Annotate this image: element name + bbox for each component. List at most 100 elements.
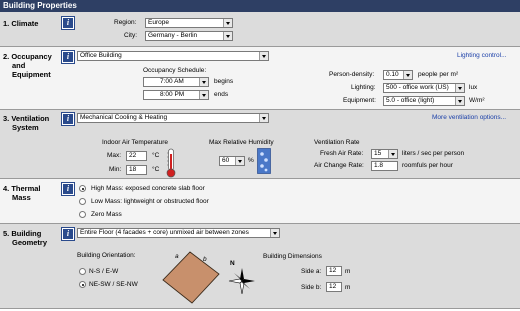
thermal-low-radio[interactable]: [79, 198, 86, 205]
lighting-label: Lighting:: [351, 84, 376, 91]
thermal-section: [0, 179, 520, 224]
geometry-heading-1: 5. Building: [3, 229, 42, 238]
humidity-label: Max Relative Humidity: [209, 139, 274, 146]
chevron-down-icon: [403, 71, 412, 79]
geometry-heading-2: Geometry: [12, 238, 48, 247]
min-temp-input[interactable]: 18: [126, 165, 147, 175]
air-change-unit: roomfuls per hour: [402, 162, 453, 169]
city-select[interactable]: Germany - Berlin: [145, 31, 233, 41]
fresh-air-label: Fresh Air Rate:: [320, 150, 364, 157]
occupancy-info-icon[interactable]: i: [62, 51, 74, 63]
max-temp-unit: °C: [152, 152, 160, 159]
city-label: City:: [124, 32, 137, 39]
humidity-droplets-icon: [257, 148, 271, 174]
air-change-label: Air Change Rate:: [314, 162, 364, 169]
humidity-select[interactable]: 60: [219, 156, 245, 166]
thermal-info-icon[interactable]: i: [62, 183, 74, 195]
orientation-label: Building Orientation:: [77, 252, 136, 259]
ventilation-info-icon[interactable]: i: [62, 113, 74, 125]
climate-heading: 1. Climate: [3, 19, 39, 28]
lighting-value: 500 - office work (US): [386, 84, 449, 91]
orientation-ne-radio[interactable]: [79, 281, 86, 288]
compass-north-label: N: [230, 260, 235, 267]
building-footprint-diagram: [162, 251, 220, 304]
begins-label: begins: [214, 78, 234, 85]
thermometer-icon: [166, 148, 176, 178]
chevron-down-icon: [259, 114, 268, 122]
more-ventilation-link[interactable]: More ventilation options...: [432, 114, 506, 122]
side-a-input[interactable]: 12: [326, 266, 342, 276]
orientation-ns-radio[interactable]: [79, 268, 86, 275]
equipment-label: Equipment:: [343, 97, 376, 104]
occupancy-heading-2: and: [12, 61, 26, 70]
chevron-down-icon: [270, 229, 279, 237]
chevron-down-icon: [388, 150, 397, 158]
geometry-info-icon[interactable]: i: [62, 228, 74, 240]
equipment-unit: W/m²: [469, 97, 485, 104]
schedule-label: Occupancy Schedule:: [143, 67, 207, 74]
lighting-control-link[interactable]: Lighting control...: [457, 52, 507, 60]
thermal-heading-1: 4. Thermal: [3, 184, 41, 193]
equipment-value: 5.0 - office (light): [386, 97, 435, 104]
city-value: Germany - Berlin: [148, 32, 198, 39]
building-type-select[interactable]: Office Building: [77, 51, 269, 61]
region-select[interactable]: Europe: [145, 18, 233, 28]
floor-zoning-value: Entire Floor (4 facades + core) unmixed …: [80, 229, 249, 236]
person-density-value: 0.10: [386, 71, 399, 78]
person-density-label: Person-density:: [329, 71, 375, 78]
chevron-down-icon: [199, 91, 208, 99]
thermal-high-radio[interactable]: [79, 185, 86, 192]
ventilation-system-select[interactable]: Mechanical Cooling & Heating: [77, 113, 269, 123]
floor-zoning-select[interactable]: Entire Floor (4 facades + core) unmixed …: [77, 228, 280, 238]
building-type-value: Office Building: [80, 52, 122, 59]
ventilation-system-value: Mechanical Cooling & Heating: [80, 114, 168, 121]
chevron-down-icon: [235, 157, 244, 165]
fresh-air-select[interactable]: 15: [371, 149, 398, 159]
orientation-ns-label: N-S / E-W: [89, 268, 119, 275]
thermal-high-label: High Mass: exposed concrete slab floor: [91, 185, 205, 192]
begin-time-select[interactable]: 7:00 AM: [143, 77, 209, 87]
lighting-select[interactable]: 500 - office work (US): [383, 83, 465, 93]
person-density-unit: people per m²: [418, 71, 459, 78]
end-time-value: 8:00 PM: [160, 91, 185, 98]
air-change-input[interactable]: 1.8: [371, 161, 398, 171]
max-temp-input[interactable]: 22: [126, 151, 147, 161]
humidity-value: 60: [222, 157, 230, 164]
ventilation-heading-2: System: [12, 123, 39, 132]
occupancy-heading-1: 2. Occupancy: [3, 52, 52, 61]
thermal-zero-label: Zero Mass: [91, 211, 122, 218]
climate-info-icon[interactable]: i: [62, 17, 74, 29]
thermal-low-label: Low Mass: lightweight or obstructed floo…: [91, 198, 209, 205]
chevron-down-icon: [199, 78, 208, 86]
region-label: Region:: [114, 19, 137, 26]
side-a-letter: a: [175, 253, 179, 260]
side-b-input[interactable]: 12: [326, 282, 342, 292]
side-a-unit: m: [345, 268, 351, 275]
ends-label: ends: [214, 91, 229, 98]
person-density-select[interactable]: 0.10: [383, 70, 413, 80]
fresh-air-unit: liters / sec per person: [402, 150, 465, 157]
fresh-air-value: 15: [374, 150, 382, 157]
thermal-heading-2: Mass: [12, 193, 31, 202]
compass-rose-icon: [228, 268, 255, 295]
ventilation-heading-1: 3. Ventilation: [3, 114, 50, 123]
thermal-zero-radio[interactable]: [79, 211, 86, 218]
equipment-select[interactable]: 5.0 - office (light): [383, 96, 465, 106]
climate-section: [0, 12, 520, 47]
occupancy-heading-3: Equipment: [12, 70, 51, 79]
humidity-unit: %: [248, 157, 254, 164]
dimensions-label: Building Dimensions: [263, 253, 322, 260]
side-b-label: Side b:: [301, 284, 322, 291]
chevron-down-icon: [259, 52, 268, 60]
end-time-select[interactable]: 8:00 PM: [143, 90, 209, 100]
max-temp-label: Max:: [107, 152, 122, 159]
region-value: Europe: [148, 19, 169, 26]
window-title-bar: Building Properties: [0, 0, 520, 12]
chevron-down-icon: [223, 32, 232, 40]
ventilation-rate-label: Ventilation Rate: [314, 139, 360, 146]
side-b-unit: m: [345, 284, 351, 291]
chevron-down-icon: [455, 97, 464, 105]
orientation-ne-label: NE-SW / SE-NW: [89, 281, 138, 288]
begin-time-value: 7:00 AM: [160, 78, 184, 85]
side-a-label: Side a:: [301, 268, 322, 275]
